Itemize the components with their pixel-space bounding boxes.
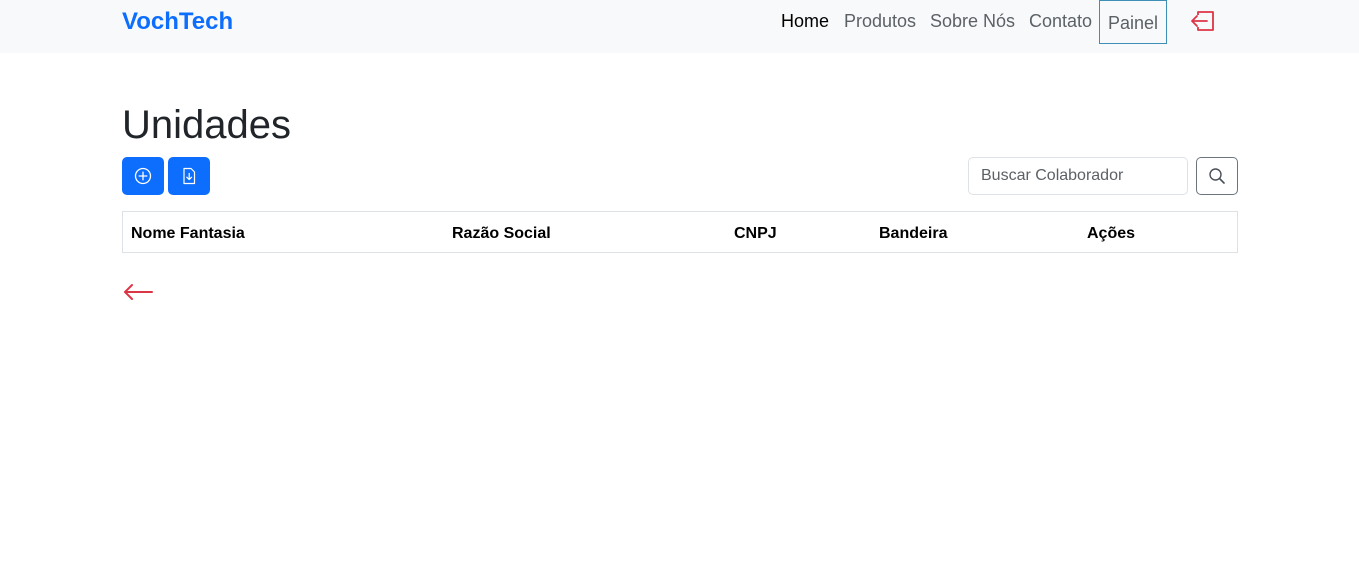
nav-link-painel[interactable]: Painel [1099, 0, 1168, 44]
nav-link-sobre-nos[interactable]: Sobre Nós [930, 10, 1015, 32]
column-header-razao-social: Razão Social [452, 225, 551, 242]
nav-link-home[interactable]: Home [781, 10, 829, 32]
navbar: VochTech Home Produtos Sobre Nós Contato… [0, 0, 1359, 53]
column-header-nome-fantasia: Nome Fantasia [131, 225, 245, 242]
export-button[interactable] [168, 157, 210, 195]
search-input[interactable] [968, 157, 1188, 195]
units-table-header: Nome Fantasia Razão Social CNPJ Bandeira… [122, 211, 1238, 253]
search-icon [1209, 168, 1225, 184]
page-title: Unidades [122, 103, 292, 147]
column-header-cnpj: CNPJ [734, 225, 777, 242]
file-arrow-down-icon [183, 167, 196, 185]
nav-link-produtos[interactable]: Produtos [844, 10, 916, 32]
add-unit-button[interactable] [122, 157, 164, 195]
nav-link-contato[interactable]: Contato [1029, 10, 1092, 32]
column-header-bandeira: Bandeira [879, 225, 948, 242]
box-arrow-left-icon[interactable] [1189, 9, 1215, 33]
search-button[interactable] [1196, 157, 1238, 195]
arrow-left-icon[interactable] [122, 280, 154, 304]
column-header-acoes: Ações [1087, 225, 1136, 242]
brand-logo[interactable]: VochTech [122, 7, 233, 37]
plus-circle-icon [134, 167, 152, 185]
